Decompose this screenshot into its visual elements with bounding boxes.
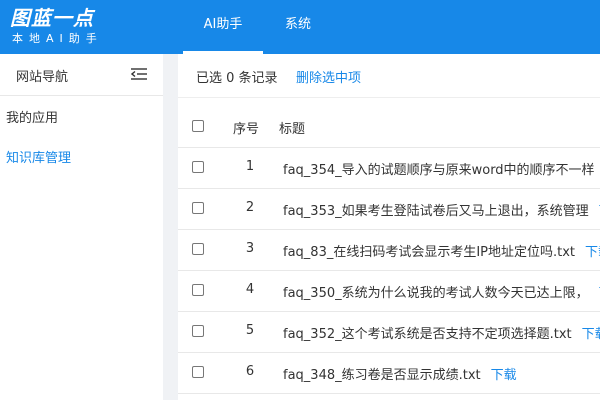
row-checkbox[interactable]	[192, 366, 204, 378]
sidebar-title: 网站导航	[16, 70, 69, 85]
table-header: 序号 标题	[178, 107, 600, 148]
row-number: 5	[245, 323, 255, 338]
row-title-text: faq_353_如果考生登陆试卷后又马上退出，系统管理	[283, 204, 589, 219]
row-checkbox[interactable]	[192, 161, 204, 173]
row-title: faq_350_系统为什么说我的考试人数今天已达上限，下载	[283, 282, 600, 301]
table-row: 5 faq_352_这个考试系统是否支持不定项选择题.txt 下载	[178, 312, 600, 353]
row-title: faq_83_在线扫码考试会显示考生IP地址定位吗.txt 下载	[283, 241, 600, 260]
column-header-number: 序号	[233, 122, 260, 137]
table-row: 1 faq_354_导入的试题顺序与原来word中的顺序不一样下载	[178, 148, 600, 189]
select-all-checkbox[interactable]	[192, 120, 204, 132]
row-title-text: faq_83_在线扫码考试会显示考生IP地址定位吗.txt	[283, 245, 576, 260]
row-title-text: faq_348_练习卷是否显示成绩.txt	[283, 368, 481, 383]
tab-system[interactable]: 系统	[278, 0, 318, 54]
table-row: 2 faq_353_如果考生登陆试卷后又马上退出，系统管理下载	[178, 189, 600, 230]
row-checkbox[interactable]	[192, 243, 204, 255]
row-number: 1	[245, 159, 255, 174]
delete-selected-link[interactable]: 删除选中项	[296, 67, 361, 86]
sidebar-header: 网站导航	[0, 54, 163, 96]
tab-ai-assistant-label: AI助手	[203, 17, 243, 32]
download-link[interactable]: 下载	[491, 368, 517, 383]
row-number: 3	[245, 241, 255, 256]
row-title: faq_353_如果考生登陆试卷后又马上退出，系统管理下载	[283, 200, 600, 219]
row-title-text: faq_354_导入的试题顺序与原来word中的顺序不一样	[283, 163, 595, 178]
table-row: 6 faq_348_练习卷是否显示成绩.txt 下载	[178, 353, 600, 394]
logo-title: 图蓝一点	[10, 6, 94, 30]
sidebar: 网站导航 我的应用 知识库管理	[0, 54, 163, 400]
sidebar-item-my-apps[interactable]: 我的应用	[6, 107, 58, 126]
top-bar: 图蓝一点 本地AI助手 AI助手 系统	[0, 0, 600, 54]
row-title: faq_348_练习卷是否显示成绩.txt 下载	[283, 364, 517, 383]
download-link[interactable]: 下载	[582, 327, 600, 342]
row-title: faq_352_这个考试系统是否支持不定项选择题.txt 下载	[283, 323, 600, 342]
row-title-text: faq_350_系统为什么说我的考试人数今天已达上限，	[283, 286, 589, 301]
table-toolbar: 已选 0 条记录 删除选中项	[178, 54, 600, 98]
row-title: faq_354_导入的试题顺序与原来word中的顺序不一样下载	[283, 159, 600, 178]
row-number: 2	[245, 200, 255, 215]
table-row: 4 faq_350_系统为什么说我的考试人数今天已达上限，下载	[178, 271, 600, 312]
table-row: 3 faq_83_在线扫码考试会显示考生IP地址定位吗.txt 下载	[178, 230, 600, 271]
main-content: 已选 0 条记录 删除选中项 序号 标题 1 faq_354_导入的试题顺序与原…	[178, 54, 600, 400]
tab-system-label: 系统	[284, 17, 311, 32]
row-checkbox[interactable]	[192, 325, 204, 337]
row-number: 6	[245, 364, 255, 379]
download-link[interactable]: 下载	[585, 245, 600, 260]
row-checkbox[interactable]	[192, 284, 204, 296]
row-title-text: faq_352_这个考试系统是否支持不定项选择题.txt	[283, 327, 572, 342]
logo-subtitle: 本地AI助手	[12, 32, 103, 45]
tab-ai-assistant[interactable]: AI助手	[183, 0, 263, 54]
selection-count: 已选 0 条记录	[196, 71, 278, 86]
sidebar-item-knowledge-base[interactable]: 知识库管理	[6, 147, 71, 166]
content-gutter	[163, 54, 178, 400]
column-header-title: 标题	[279, 122, 306, 137]
row-number: 4	[245, 282, 255, 297]
menu-fold-icon[interactable]	[131, 68, 147, 80]
row-checkbox[interactable]	[192, 202, 204, 214]
app-logo[interactable]: 图蓝一点 本地AI助手	[0, 0, 164, 54]
